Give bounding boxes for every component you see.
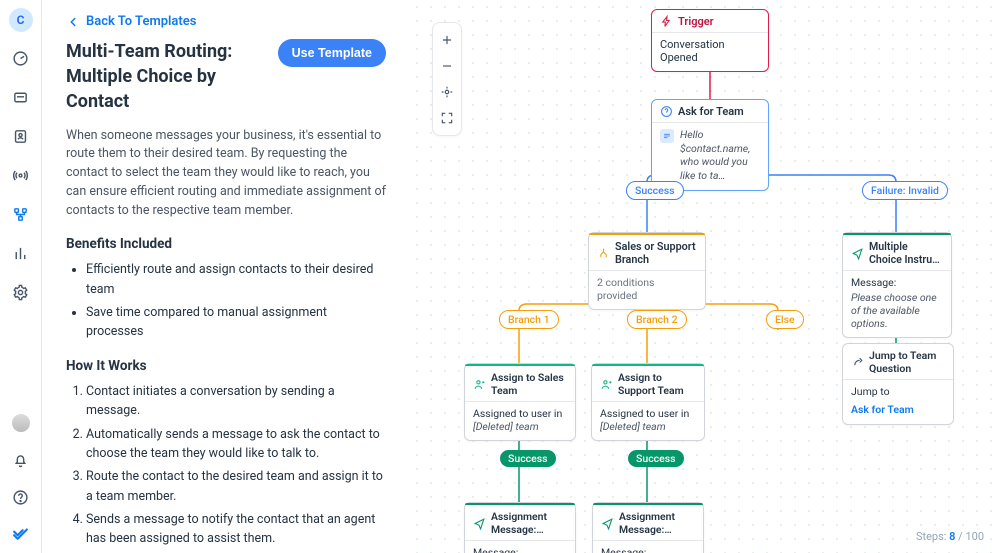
- edge-label-branch1: Branch 1: [499, 310, 559, 329]
- edge-label-branch2: Branch 2: [627, 310, 687, 329]
- dashboard-icon[interactable]: [12, 50, 29, 67]
- how-step: Contact initiates a conversation by send…: [86, 382, 386, 421]
- help-icon[interactable]: [12, 489, 29, 506]
- workflow-canvas[interactable]: Trigger Conversation Opened Ask for Team…: [410, 0, 1000, 553]
- node-body: 2 conditions provided: [589, 271, 705, 309]
- assign-detail-line2: [Deleted] team: [600, 420, 696, 433]
- node-mc-instructions[interactable]: Multiple Choice Instru… Message: Please …: [842, 232, 952, 338]
- node-branch[interactable]: Sales or Support Branch 2 conditions pro…: [588, 232, 706, 310]
- node-ask-for-team[interactable]: Ask for Team Hello $contact.name, who wo…: [651, 99, 769, 191]
- brand-mark-icon: [12, 526, 29, 543]
- settings-icon[interactable]: [12, 284, 29, 301]
- user-avatar[interactable]: [12, 414, 30, 432]
- steps-current: 8: [949, 530, 955, 543]
- node-title: Assignment Message:…: [619, 510, 695, 536]
- node-title: Assign to Sales Team: [491, 371, 567, 397]
- zoom-fit-button[interactable]: [432, 79, 462, 105]
- contacts-icon[interactable]: [12, 128, 29, 145]
- node-title: Jump to Team Question: [869, 349, 945, 375]
- assign-detail-line1: Assigned to user in: [473, 407, 567, 420]
- node-jump[interactable]: Jump to Team Question Jump to Ask for Te…: [842, 343, 954, 425]
- assign-detail-line1: Assigned to user in: [600, 407, 696, 420]
- benefit-item: Efficiently route and assign contacts to…: [86, 260, 386, 299]
- steps-counter: Steps: 8 / 100: [910, 528, 990, 545]
- node-assignment-message-1[interactable]: Assignment Message:… Message: You have n…: [464, 502, 576, 553]
- message-label: Message:: [851, 276, 943, 289]
- app-sidebar: C: [0, 0, 42, 553]
- workflows-icon[interactable]: [12, 206, 29, 223]
- steps-label: Steps:: [916, 530, 946, 543]
- node-message: Please choose one of the available optio…: [851, 291, 943, 330]
- benefits-heading: Benefits Included: [66, 236, 386, 252]
- template-title: Multi-Team Routing: Multiple Choice by C…: [66, 39, 278, 115]
- node-title: Trigger: [678, 15, 714, 28]
- node-title: Assign to Support Team: [618, 371, 696, 397]
- zoom-in-button[interactable]: [432, 27, 462, 53]
- jump-icon: [851, 356, 864, 369]
- message-icon: [660, 129, 674, 143]
- inbox-icon[interactable]: [12, 89, 29, 106]
- user-assign-icon: [473, 378, 486, 391]
- node-assign-sales[interactable]: Assign to Sales Team Assigned to user in…: [464, 363, 576, 441]
- broadcast-icon[interactable]: [12, 167, 29, 184]
- send-icon: [473, 517, 486, 530]
- user-assign-icon: [600, 378, 613, 391]
- node-title: Multiple Choice Instru…: [869, 240, 943, 266]
- template-description: When someone messages your business, it'…: [66, 127, 386, 221]
- node-title: Assignment Message:…: [491, 510, 567, 536]
- zoom-controls: [432, 22, 462, 136]
- send-icon: [601, 517, 614, 530]
- benefit-item: Save time compared to manual assignment …: [86, 303, 386, 342]
- node-body: Conversation Opened: [652, 33, 768, 71]
- edge-label-success: Success: [500, 450, 556, 467]
- back-label: Back To Templates: [86, 14, 196, 29]
- how-heading: How It Works: [66, 358, 386, 374]
- bolt-icon: [660, 15, 673, 28]
- steps-max: 100: [965, 530, 984, 543]
- use-template-button[interactable]: Use Template: [278, 39, 386, 67]
- jump-target-link[interactable]: Ask for Team: [851, 403, 914, 416]
- back-to-templates-link[interactable]: Back To Templates: [66, 14, 386, 29]
- node-message: Hello $contact.name, who would you like …: [680, 128, 760, 183]
- message-label: Message:: [601, 546, 695, 553]
- node-title: Ask for Team: [678, 105, 744, 118]
- zoom-out-button[interactable]: [432, 53, 462, 79]
- edge-label-success: Success: [628, 450, 684, 467]
- node-assignment-message-2[interactable]: Assignment Message:… Message: You have n…: [592, 502, 704, 553]
- how-step: Route the contact to the desired team an…: [86, 467, 386, 506]
- reports-icon[interactable]: [12, 245, 29, 262]
- branch-icon: [597, 247, 610, 260]
- question-icon: [660, 105, 673, 118]
- node-assign-support[interactable]: Assign to Support Team Assigned to user …: [591, 363, 705, 441]
- workspace-badge[interactable]: C: [9, 8, 33, 32]
- template-details-panel: Back To Templates Multi-Team Routing: Mu…: [42, 0, 410, 553]
- node-title: Sales or Support Branch: [615, 240, 697, 266]
- assign-detail-line2: [Deleted] team: [473, 420, 567, 433]
- edge-label-else: Else: [766, 310, 804, 329]
- jump-label: Jump to: [851, 385, 945, 398]
- notifications-icon[interactable]: [12, 452, 29, 469]
- edge-label-failure: Failure: Invalid: [862, 181, 948, 200]
- node-trigger[interactable]: Trigger Conversation Opened: [651, 9, 769, 72]
- how-step: Sends a message to notify the contact th…: [86, 510, 386, 549]
- fullscreen-button[interactable]: [432, 105, 462, 131]
- send-icon: [851, 247, 864, 260]
- edge-label-success: Success: [626, 181, 684, 200]
- message-label: Message:: [473, 546, 567, 553]
- how-step: Automatically sends a message to ask the…: [86, 425, 386, 464]
